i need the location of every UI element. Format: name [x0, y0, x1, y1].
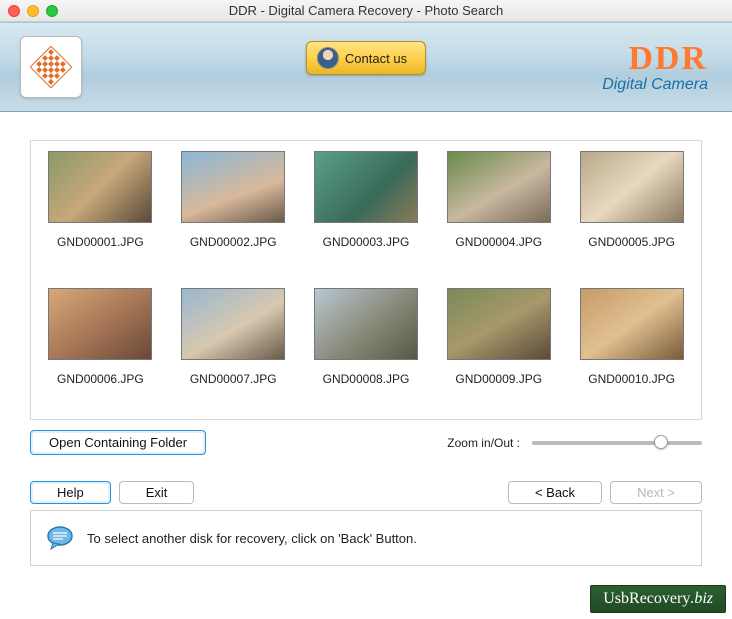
contact-us-button[interactable]: Contact us	[306, 41, 426, 75]
next-button: Next >	[610, 481, 702, 504]
thumbnail-label: GND00004.JPG	[455, 235, 542, 249]
thumbnail-label: GND00003.JPG	[323, 235, 410, 249]
thumbnail-item[interactable]: GND00005.JPG	[570, 145, 693, 278]
thumbnail-label: GND00009.JPG	[455, 372, 542, 386]
window-title: DDR - Digital Camera Recovery - Photo Se…	[0, 3, 732, 18]
open-containing-folder-button[interactable]: Open Containing Folder	[30, 430, 206, 455]
zoom-slider[interactable]	[532, 441, 702, 445]
thumbnail-item[interactable]: GND00009.JPG	[437, 282, 560, 415]
help-button[interactable]: Help	[30, 481, 111, 504]
hint-text: To select another disk for recovery, cli…	[87, 531, 417, 546]
thumbnail-image[interactable]	[447, 288, 551, 360]
thumbnail-image[interactable]	[314, 288, 418, 360]
thumbnail-image[interactable]	[48, 288, 152, 360]
thumbnail-label: GND00005.JPG	[588, 235, 675, 249]
contact-us-label: Contact us	[345, 51, 407, 66]
thumbnail-image[interactable]	[48, 151, 152, 223]
avatar-icon	[317, 47, 339, 69]
thumbnail-grid[interactable]: GND00001.JPG GND00002.JPG GND00003.JPG GND0…	[30, 140, 702, 420]
watermark: UsbRecovery.biz	[590, 585, 726, 613]
thumbnail-label: GND00007.JPG	[190, 372, 277, 386]
zoom-label: Zoom in/Out :	[447, 436, 520, 450]
thumbnail-image[interactable]	[580, 151, 684, 223]
thumbnail-item[interactable]: GND00004.JPG	[437, 145, 560, 278]
back-button[interactable]: < Back	[508, 481, 602, 504]
thumbnail-item[interactable]: GND00007.JPG	[172, 282, 295, 415]
brand-sub: Digital Camera	[602, 76, 708, 94]
thumbnail-label: GND00006.JPG	[57, 372, 144, 386]
thumbnail-image[interactable]	[447, 151, 551, 223]
thumbnail-image[interactable]	[181, 151, 285, 223]
app-logo	[20, 36, 82, 98]
watermark-suffix: .biz	[690, 590, 713, 607]
thumbnail-item[interactable]: GND00006.JPG	[39, 282, 162, 415]
watermark-main: UsbRecovery	[603, 590, 690, 607]
thumbnail-image[interactable]	[580, 288, 684, 360]
exit-button[interactable]: Exit	[119, 481, 195, 504]
brand-main: DDR	[602, 40, 708, 78]
zoom-slider-knob[interactable]	[654, 435, 668, 449]
thumbnail-item[interactable]: GND00010.JPG	[570, 282, 693, 415]
thumbnail-label: GND00002.JPG	[190, 235, 277, 249]
thumbnail-item[interactable]: GND00008.JPG	[305, 282, 428, 415]
titlebar: DDR - Digital Camera Recovery - Photo Se…	[0, 0, 732, 22]
thumbnail-image[interactable]	[314, 151, 418, 223]
thumbnail-item[interactable]: GND00001.JPG	[39, 145, 162, 278]
thumbnail-label: GND00008.JPG	[323, 372, 410, 386]
hint-box: To select another disk for recovery, cli…	[30, 510, 702, 566]
brand-block: DDR Digital Camera	[602, 40, 712, 94]
thumbnail-label: GND00010.JPG	[588, 372, 675, 386]
speech-bubble-icon	[45, 523, 75, 553]
checker-icon	[30, 46, 72, 88]
thumbnail-item[interactable]: GND00002.JPG	[172, 145, 295, 278]
thumbnail-image[interactable]	[181, 288, 285, 360]
app-banner: Contact us DDR Digital Camera	[0, 22, 732, 112]
thumbnail-label: GND00001.JPG	[57, 235, 144, 249]
thumbnail-item[interactable]: GND00003.JPG	[305, 145, 428, 278]
